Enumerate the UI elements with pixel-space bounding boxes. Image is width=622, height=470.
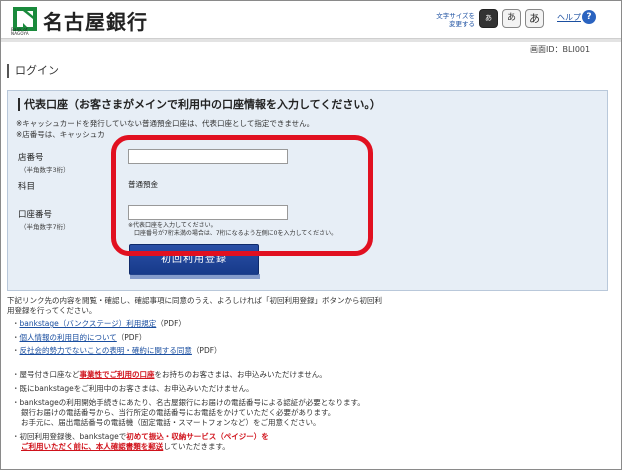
terms-link-suffix: （PDF） <box>156 319 186 328</box>
notice-id-documents-2: ご利用いただく前に、本人確認書類を郵送していただきます。 <box>21 442 230 452</box>
notice-1-pre: 屋号付き口座など <box>19 370 80 379</box>
help-link[interactable]: ヘルプ <box>557 12 581 23</box>
branch-number-label: 店番号 <box>18 153 44 163</box>
antisocial-consent-link[interactable]: 反社会的勢力でないことの表明・確約に関する同意 <box>20 346 192 355</box>
panel-heading: 代表口座（お客さまがメインで利用中の口座情報を入力してください。） <box>18 98 381 111</box>
privacy-link-suffix: （PDF） <box>116 333 147 342</box>
notice-4-line2-post: していただきます。 <box>163 442 230 451</box>
branch-number-format: （半角数字3桁） <box>20 166 70 174</box>
login-panel: 代表口座（お客さまがメインで利用中の口座情報を入力してください。） ※キャッシュ… <box>7 90 608 291</box>
notice-4-highlight: 初めて振込・収納サービス（ペイジー）を <box>126 432 269 441</box>
page-title: ログイン <box>7 64 59 78</box>
notice-3-line1: bankstageの利用開始手続きにあたり、名古屋銀行にお届けの電話番号による認… <box>19 398 365 407</box>
notice-id-documents: ・初回利用登録後、bankstageで初めて振込・収納サービス（ペイジー）を <box>12 432 269 441</box>
font-size-large-button[interactable]: あ <box>525 9 544 28</box>
subject-label: 科目 <box>18 182 36 192</box>
bank-name-logo: 名古屋銀行 <box>43 10 148 34</box>
font-size-small-button[interactable]: あ <box>479 9 498 28</box>
note-cashcard: ※キャッシュカードを発行していない普通預金口座は、代表口座として指定できません。 <box>16 119 315 128</box>
privacy-link-item: ・個人情報の利用目的について（PDF） <box>12 333 147 342</box>
font-size-medium-button[interactable]: あ <box>502 9 521 28</box>
account-number-format: （半角数字7桁） <box>20 223 70 231</box>
help-icon[interactable]: ? <box>582 10 596 24</box>
account-number-label: 口座番号 <box>18 210 53 220</box>
font-size-label: 文字サイズを 変更する <box>429 12 475 28</box>
instruction-line-1: 下記リンク先の内容を閲覧・確認し、確認事項に同意のうえ、よろしければ「初回利用登… <box>7 296 382 305</box>
notice-existing-user: ・既にbankstageをご利用中のお客さまは、お申込みいただけません。 <box>12 384 254 393</box>
highlight-outline <box>111 135 373 256</box>
terms-link[interactable]: bankstage（バンクステージ）利用規定 <box>20 319 157 328</box>
terms-link-item: ・bankstage（バンクステージ）利用規定（PDF） <box>12 319 186 328</box>
instruction-line-2: 用登録を行ってください。 <box>7 306 97 315</box>
notice-business-account: ・屋号付き口座など事業性でご利用の口座をお持ちのお客さまは、お申込みいただけませ… <box>12 370 327 379</box>
notice-phone-auth-2: 銀行お届けの電話番号から、当行所定の電話番号にお電話をかけていただく必要がありま… <box>21 408 336 417</box>
logo-subtext: Bank of NAGOYA <box>11 27 29 36</box>
notice-2-text: 既にbankstageをご利用中のお客さまは、お申込みいただけません。 <box>19 384 254 393</box>
notice-4-line2-highlight: ご利用いただく前に、本人確認書類を郵送 <box>21 442 164 451</box>
header: Bank of NAGOYA 名古屋銀行 文字サイズを 変更する あ あ あ ヘ… <box>1 1 621 39</box>
screen-id: 画面ID：BLI001 <box>530 45 591 54</box>
font-size-label-line2: 変更する <box>449 20 475 28</box>
notice-4-pre: 初回利用登録後、bankstageで <box>19 432 127 441</box>
note-branch: ※店番号は、キャッシュカ <box>16 130 105 139</box>
notice-1-post: をお持ちのお客さまは、お申込みいただけません。 <box>154 370 327 379</box>
header-divider <box>1 38 621 42</box>
font-size-label-line1: 文字サイズを <box>436 12 475 20</box>
privacy-link[interactable]: 個人情報の利用目的について <box>20 333 117 342</box>
antisocial-link-item: ・反社会的勢力でないことの表明・確約に関する同意（PDF） <box>12 346 222 355</box>
antisocial-link-suffix: （PDF） <box>191 346 222 355</box>
notice-phone-auth-3: お手元に、届出電話番号の電話機（固定電話・スマートフォンなど）をご用意ください。 <box>21 418 321 427</box>
notice-1-highlight: 事業性でご利用の口座 <box>79 370 155 379</box>
notice-phone-auth: ・bankstageの利用開始手続きにあたり、名古屋銀行にお届けの電話番号による… <box>12 398 365 407</box>
